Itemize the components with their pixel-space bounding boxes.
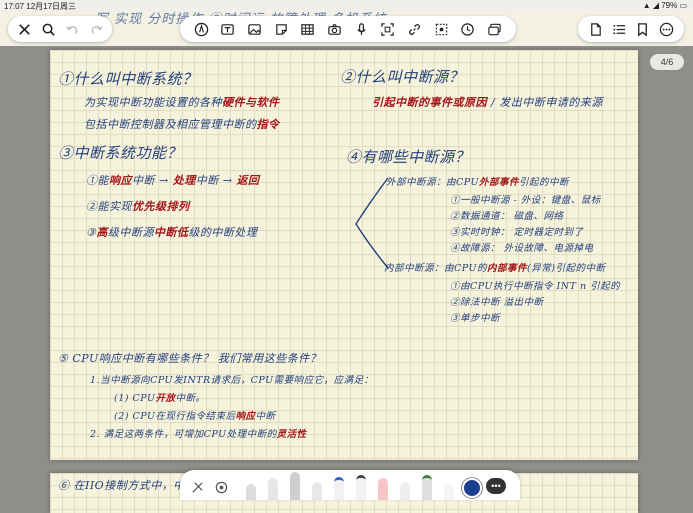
pen-tray: ••• [180,470,520,500]
toolbar-main [180,16,516,42]
q3-item2: ②能实现优先级排列 [86,200,190,213]
highlighter-tool[interactable] [400,482,410,500]
q3-title: ③中断系统功能？ [58,144,183,162]
q5-line1: 1.当中断源向CPU发INTR请求后，CPU需要响应它，应满足： [90,375,374,386]
lasso-icon[interactable] [432,20,450,38]
camera-icon[interactable] [326,20,344,38]
table-icon[interactable] [299,20,317,38]
q4-internal-item1: ①由CPU执行中断指令 INT n 引起的 [450,281,621,292]
search-icon[interactable] [39,20,57,38]
pen-tool[interactable] [268,478,278,500]
pencil-tool[interactable] [246,484,256,500]
q1-line2: 包括中断控制器及相应管理中断的指令 [84,118,280,131]
q2-title: ②什么叫中断源？ [340,68,465,86]
brush-tool[interactable] [334,477,344,500]
more-tools-icon[interactable]: ••• [486,478,506,494]
q5-line4: 2. 满足这两条件，可增加CPU处理中断的灵活性 [90,429,307,440]
q4-external-item3: ③实时时钟： 定时器定时到了 [450,227,584,238]
q4-external-item4: ④故障源： 外设故障、电源掉电 [450,243,594,254]
microphone-icon[interactable] [352,20,370,38]
q1-line1: 为实现中断功能设置的各种硬件与软件 [84,96,280,109]
notebook-page[interactable]: ①什么叫中断系统？ 为实现中断功能设置的各种硬件与软件 包括中断控制器及相应管理… [50,50,638,460]
fountain-pen-tool[interactable] [290,472,300,500]
marker-tool[interactable] [422,475,432,500]
pen-mode-icon[interactable] [192,20,210,38]
status-time-date: 17:07 12月17日周三 [4,2,77,11]
link-icon[interactable] [406,20,424,38]
more-icon[interactable] [657,20,675,38]
bookmark-icon[interactable] [634,20,652,38]
screenshot-icon[interactable] [379,20,397,38]
text-box-icon[interactable] [219,20,237,38]
tape-tool[interactable] [444,484,454,500]
q2-line1: 引起中断的事件或原因 / 发出中断申请的来源 [372,96,603,109]
redo-icon[interactable] [87,20,105,38]
q4-external: 外部中断源：由CPU外部事件引起的中断 [386,177,570,188]
q5-line3: (2) CPU在现行指令结束后响应中断 [114,411,276,422]
page-indicator[interactable]: 4/6 [650,54,684,70]
q3-item1: ①能响应中断 → 处理中断 → 返回 [86,174,260,187]
toolbar-right [578,16,684,42]
status-battery: ▲ ◢ 79% ▭ [642,1,687,10]
q4-title: ④有哪些中断源？ [346,148,471,166]
eraser-tool[interactable] [378,478,388,500]
shape-tool-icon[interactable] [212,478,230,496]
q4-internal-item2: ②除法中断 溢出中断 [450,297,544,308]
status-bar: 17:07 12月17日周三 ▲ ◢ 79% ▭ [0,0,693,12]
image-icon[interactable] [246,20,264,38]
layers-icon[interactable] [486,20,504,38]
q5-title: ⑤ CPU响应中断有哪些条件？ 我们常用这些条件？ [58,352,322,365]
q4-internal-item3: ③单步中断 [450,313,501,324]
close-icon[interactable] [15,20,33,38]
timer-icon[interactable] [459,20,477,38]
q3-item3: ③高级中断源中断低级的中断处理 [86,226,258,239]
toolbar-left [8,16,112,42]
q4-external-item1: ①一般中断源 - 外设：键盘、鼠标 [450,195,601,206]
q4-external-item2: ②数据通道： 磁盘、网络 [450,211,564,222]
color-picker-swatch[interactable] [462,478,482,498]
q4-internal: 内部中断源：由CPU的内部事件(异常)引起的中断 [384,263,606,274]
page-tool-icon[interactable] [587,20,605,38]
lasso-tool-icon[interactable] [188,478,206,496]
sticker-icon[interactable] [272,20,290,38]
ballpoint-tool[interactable] [312,482,322,500]
list-icon[interactable] [610,20,628,38]
q5-line2: (1) CPU开放中断。 [114,393,206,404]
fineliner-tool[interactable] [356,475,366,500]
q1-title: ①什么叫中断系统？ [58,70,198,88]
undo-icon[interactable] [63,20,81,38]
